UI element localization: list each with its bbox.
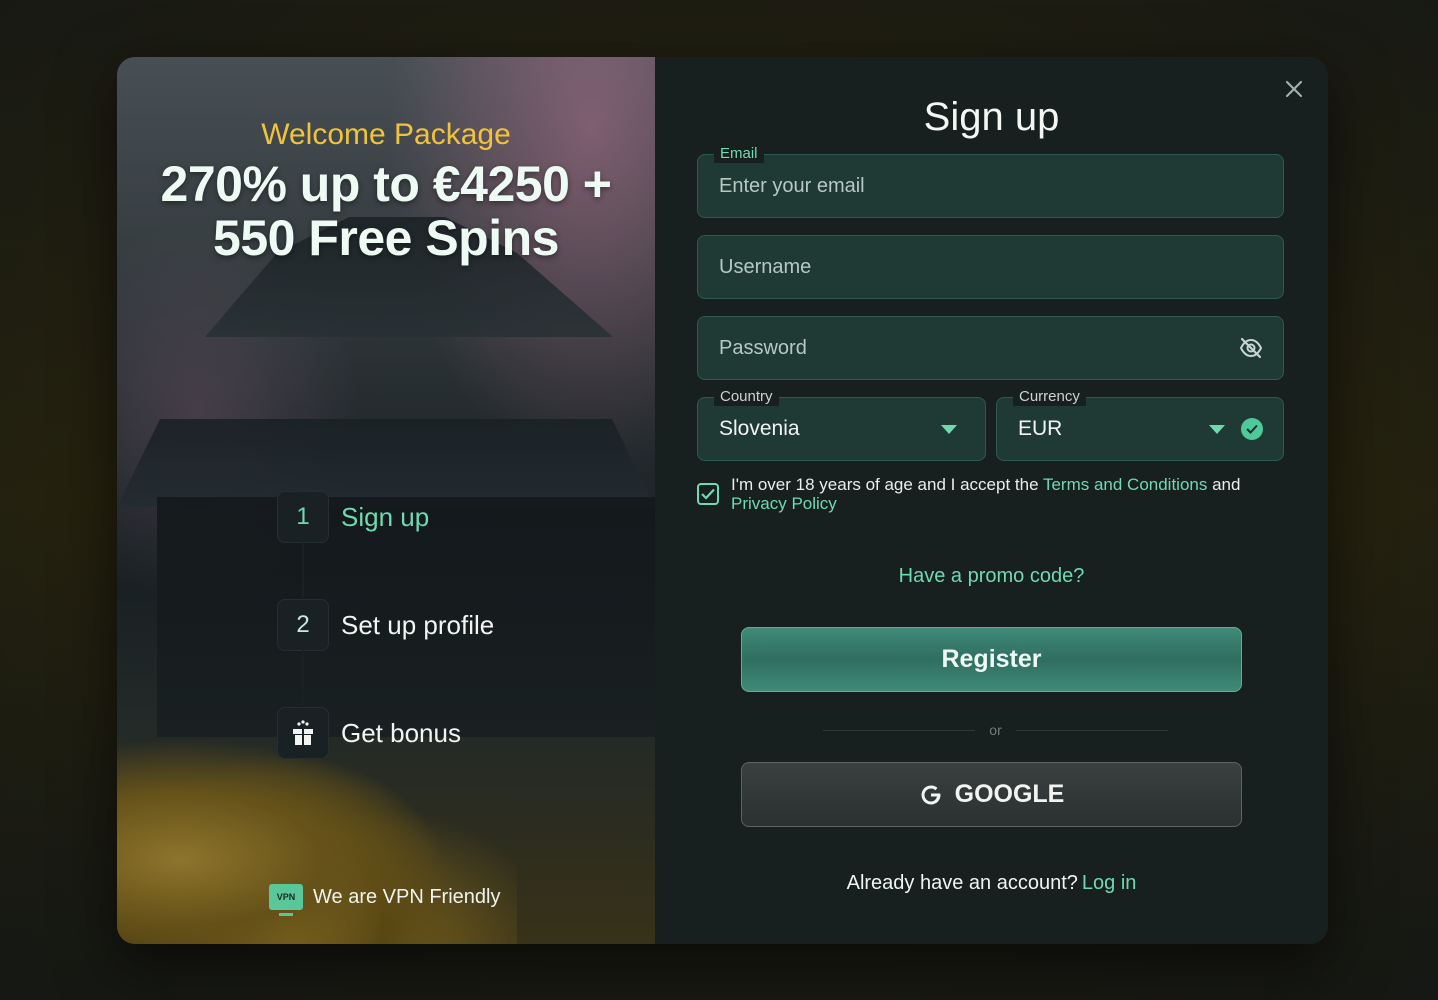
google-signin-button[interactable]: GOOGLE — [741, 762, 1242, 827]
step-sign-up: 1 Sign up — [277, 490, 494, 598]
step-label: Set up profile — [341, 609, 495, 640]
country-select[interactable]: Country Slovenia — [697, 388, 986, 461]
step-label: Sign up — [341, 501, 430, 532]
vpn-icon: VPN — [269, 884, 303, 916]
signup-steps: 1 Sign up 2 Set up profile Get bonus — [277, 490, 494, 814]
email-field[interactable]: Email Enter your email — [697, 145, 1284, 218]
terms-text: I'm over 18 years of age and I accept th… — [731, 475, 1277, 513]
step-number: 1 — [277, 491, 329, 543]
terms-link[interactable]: Terms and Conditions — [1043, 475, 1207, 494]
country-label: Country — [714, 388, 779, 406]
check-circle-icon — [1241, 418, 1263, 440]
promo-kicker: Welcome Package — [261, 118, 511, 151]
divider-text: or — [989, 722, 1002, 738]
terms-checkbox[interactable] — [697, 483, 719, 505]
currency-value: EUR — [1018, 417, 1063, 440]
promo-panel: Welcome Package 270% up to €4250 + 550 F… — [117, 57, 655, 944]
eye-off-icon[interactable] — [1239, 337, 1263, 364]
email-label: Email — [714, 145, 764, 163]
step-connector — [302, 542, 304, 598]
google-label: GOOGLE — [954, 780, 1065, 808]
currency-label: Currency — [1013, 388, 1086, 406]
login-link[interactable]: Log in — [1082, 872, 1137, 894]
terms-text-before: I'm over 18 years of age and I accept th… — [731, 475, 1043, 494]
signup-modal: Welcome Package 270% up to €4250 + 550 F… — [117, 57, 1328, 944]
step-get-bonus: Get bonus — [277, 706, 494, 760]
chevron-down-icon[interactable] — [1209, 425, 1225, 434]
username-placeholder: Username — [719, 255, 812, 278]
signup-form: Sign up Email Enter your email Username … — [655, 57, 1328, 944]
or-divider: or — [823, 722, 1169, 738]
privacy-link[interactable]: Privacy Policy — [731, 494, 837, 513]
currency-select[interactable]: Currency EUR — [996, 388, 1284, 461]
email-placeholder: Enter your email — [719, 174, 865, 197]
terms-text-mid: and — [1207, 475, 1241, 494]
promo-headline: 270% up to €4250 + 550 Free Spins — [160, 156, 612, 266]
vpn-text: We are VPN Friendly — [313, 885, 501, 908]
login-prompt-text: Already have an account? — [846, 872, 1078, 894]
gift-icon — [277, 707, 329, 759]
username-field[interactable]: Username — [697, 235, 1284, 299]
terms-consent: I'm over 18 years of age and I accept th… — [697, 475, 1277, 513]
password-field[interactable]: Password — [697, 316, 1284, 380]
step-connector — [302, 650, 304, 706]
step-label: Get bonus — [341, 717, 461, 748]
password-placeholder: Password — [719, 336, 807, 359]
form-title: Sign up — [923, 95, 1060, 139]
promo-code-link[interactable]: Have a promo code? — [655, 565, 1328, 588]
google-icon — [919, 783, 943, 807]
promo-title: Welcome Package 270% up to €4250 + 550 F… — [117, 117, 655, 265]
vpn-friendly: VPN We are VPN Friendly — [269, 884, 501, 916]
step-number: 2 — [277, 599, 329, 651]
step-set-up-profile: 2 Set up profile — [277, 598, 495, 706]
register-button[interactable]: Register — [741, 627, 1242, 692]
country-value: Slovenia — [719, 417, 800, 440]
login-prompt: Already have an account? Log in — [655, 872, 1328, 895]
chevron-down-icon[interactable] — [941, 425, 957, 434]
